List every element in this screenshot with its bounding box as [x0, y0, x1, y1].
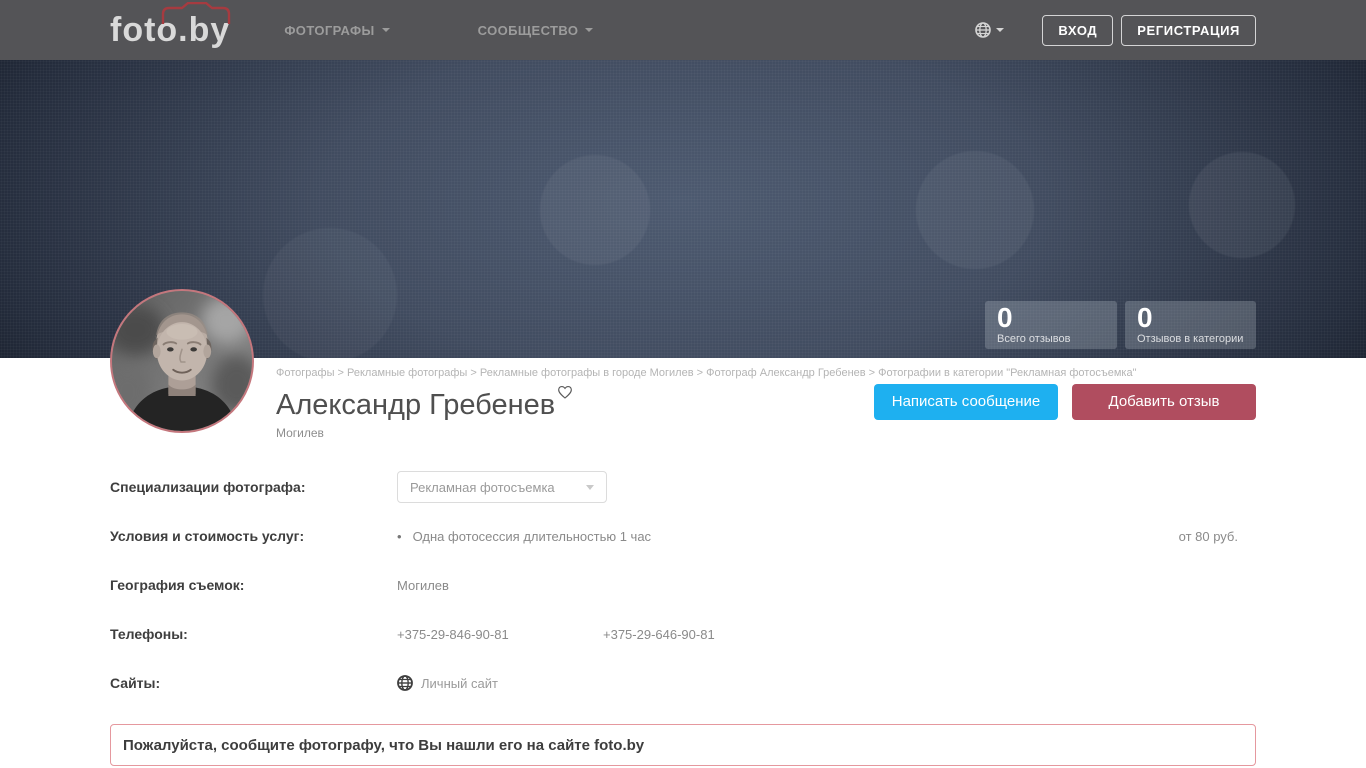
city-label: Могилев	[276, 426, 324, 440]
stat-value: 0	[1137, 302, 1153, 333]
stat-label: Отзывов в категории	[1137, 333, 1244, 345]
price-value: от 80 руб.	[1178, 528, 1238, 544]
chevron-down-icon	[585, 28, 594, 32]
action-buttons: Написать сообщение Добавить отзыв	[874, 384, 1256, 420]
review-stats: 0 Всего отзывов 0 Отзывов в категории	[985, 301, 1256, 349]
page-title: Александр Гребенев	[276, 385, 573, 422]
price-item: • Одна фотосессия длительностью 1 час	[397, 529, 651, 544]
camera-icon	[161, 2, 231, 24]
geography-value: Могилев	[397, 577, 449, 593]
chevron-down-icon	[996, 28, 1005, 32]
send-message-button[interactable]: Написать сообщение	[874, 384, 1058, 420]
phone-number: +375-29-646-90-81	[603, 626, 715, 642]
chevron-down-icon	[381, 28, 390, 32]
portrait-image	[112, 291, 252, 431]
globe-icon	[975, 22, 992, 38]
profile-details: Специализации фотографа: Рекламная фотос…	[0, 471, 1366, 766]
breadcrumb[interactable]: Фотографы > Рекламные фотографы > Реклам…	[276, 366, 1256, 380]
login-button[interactable]: ВХОД	[1042, 14, 1114, 46]
logo[interactable]: foto.by	[110, 0, 231, 60]
profile-header: Фотографы > Рекламные фотографы > Реклам…	[0, 289, 1366, 471]
phone-number: +375-29-846-90-81	[397, 626, 509, 642]
detail-label: Сайты:	[110, 675, 161, 691]
personal-site-link[interactable]: Личный сайт	[397, 675, 498, 691]
favorite-heart-icon[interactable]	[557, 384, 573, 400]
specialization-select[interactable]: Рекламная фотосъемка	[397, 471, 607, 503]
detail-label: Условия и стоимость услуг:	[110, 528, 305, 544]
nav-item-label: СООБЩЕСТВО	[477, 22, 579, 38]
name-row: Александр Гребенев Написать сообщение До…	[276, 384, 1256, 422]
add-review-button[interactable]: Добавить отзыв	[1072, 384, 1256, 420]
selected-option: Рекламная фотосъемка	[410, 479, 555, 495]
top-navbar: foto.by ФОТОГРАФЫ СООБЩЕСТВО ВХОД РЕГИСТ…	[0, 0, 1366, 60]
detail-label: Телефоны:	[110, 626, 188, 642]
register-button[interactable]: РЕГИСТРАЦИЯ	[1121, 14, 1256, 46]
detail-label: Специализации фотографа:	[110, 479, 306, 495]
nav-item-community[interactable]: СООБЩЕСТВО	[478, 23, 594, 38]
site-link-label: Личный сайт	[421, 675, 498, 691]
nav-item-photographers[interactable]: ФОТОГРАФЫ	[284, 22, 390, 38]
profile-head-main: Фотографы > Рекламные фотографы > Реклам…	[276, 366, 1256, 471]
stat-label: Всего отзывов	[997, 333, 1071, 345]
main-nav: ФОТОГРАФЫ СООБЩЕСТВО	[284, 23, 681, 38]
avatar	[110, 289, 254, 433]
language-switcher[interactable]	[975, 22, 1005, 38]
chevron-down-icon	[586, 484, 594, 490]
navbar-actions: ВХОД РЕГИСТРАЦИЯ	[975, 14, 1256, 46]
photographer-name: Александр Гребенев	[276, 389, 556, 421]
detail-label: География съемок:	[110, 577, 245, 593]
row-specializations: Специализации фотографа: Рекламная фотос…	[110, 471, 1256, 503]
row-pricing: Условия и стоимость услуг: • Одна фотосе…	[110, 520, 1256, 552]
price-item-text: Одна фотосессия длительностью 1 час	[412, 528, 652, 544]
notice-text: Пожалуйста, сообщите фотографу, что Вы н…	[123, 736, 645, 754]
stat-total-reviews: 0 Всего отзывов	[985, 301, 1117, 349]
globe-icon	[397, 675, 413, 691]
nav-item-label: ФОТОГРАФЫ	[284, 22, 375, 38]
row-sites: Сайты: Личный сайт	[110, 667, 1256, 699]
stat-category-reviews: 0 Отзывов в категории	[1125, 301, 1256, 349]
row-geography: География съемок: Могилев	[110, 569, 1256, 601]
notice-box: Пожалуйста, сообщите фотографу, что Вы н…	[110, 724, 1256, 766]
stat-value: 0	[997, 302, 1013, 333]
bullet-icon: •	[397, 528, 402, 544]
row-phones: Телефоны: +375-29-846-90-81 +375-29-646-…	[110, 618, 1256, 650]
